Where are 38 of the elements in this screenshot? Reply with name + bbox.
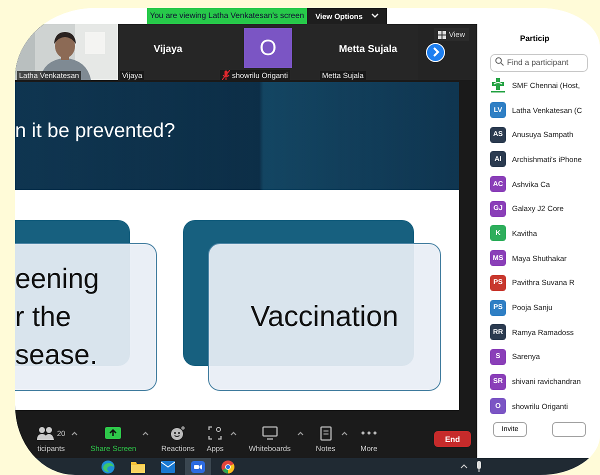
caret-icon[interactable]: [460, 464, 468, 469]
search-icon: [495, 57, 504, 66]
folder-icon: [131, 460, 145, 472]
slide-title: n it be prevented?: [15, 120, 176, 142]
share-screen-icon: [105, 427, 122, 440]
logo-icon: [490, 77, 506, 94]
mail-icon: [161, 460, 175, 472]
apps-icon: [208, 426, 222, 440]
viewing-banner: You are viewing Latha Venkatesan's screen: [147, 8, 307, 24]
caret-icon[interactable]: [71, 431, 78, 436]
grid-icon: [438, 30, 446, 38]
participant-name: Metta Sujala: [338, 44, 398, 54]
caret-icon[interactable]: [142, 431, 150, 436]
notes-icon: [320, 426, 332, 441]
caret-icon[interactable]: [230, 431, 237, 436]
card-text: Vaccination: [250, 300, 398, 335]
card-text: eening: [15, 262, 100, 296]
taskbar-app[interactable]: [185, 458, 211, 475]
chevron-icon: [430, 47, 440, 57]
browser-icon: [101, 460, 115, 474]
next-page-button[interactable]: [426, 42, 445, 62]
chevron-icon: [370, 13, 379, 19]
card-text: sease.: [15, 338, 98, 372]
caret-icon[interactable]: [296, 431, 304, 436]
search-field[interactable]: Find a participant: [490, 54, 588, 72]
microphone-icon[interactable]: [476, 461, 482, 472]
monitor-icon: [262, 426, 278, 440]
more-icon: [360, 431, 377, 436]
end-button[interactable]: End: [434, 431, 471, 448]
caret-icon[interactable]: [341, 431, 348, 436]
card-text: r the: [15, 300, 72, 334]
chrome-icon: [221, 460, 235, 474]
video-app-icon: [191, 460, 205, 472]
avatar: O: [244, 28, 292, 68]
smiley-icon: [170, 426, 186, 440]
people-icon: [37, 426, 55, 440]
participant-name: Vijaya: [154, 44, 182, 54]
panel-title: Particip: [520, 34, 550, 43]
